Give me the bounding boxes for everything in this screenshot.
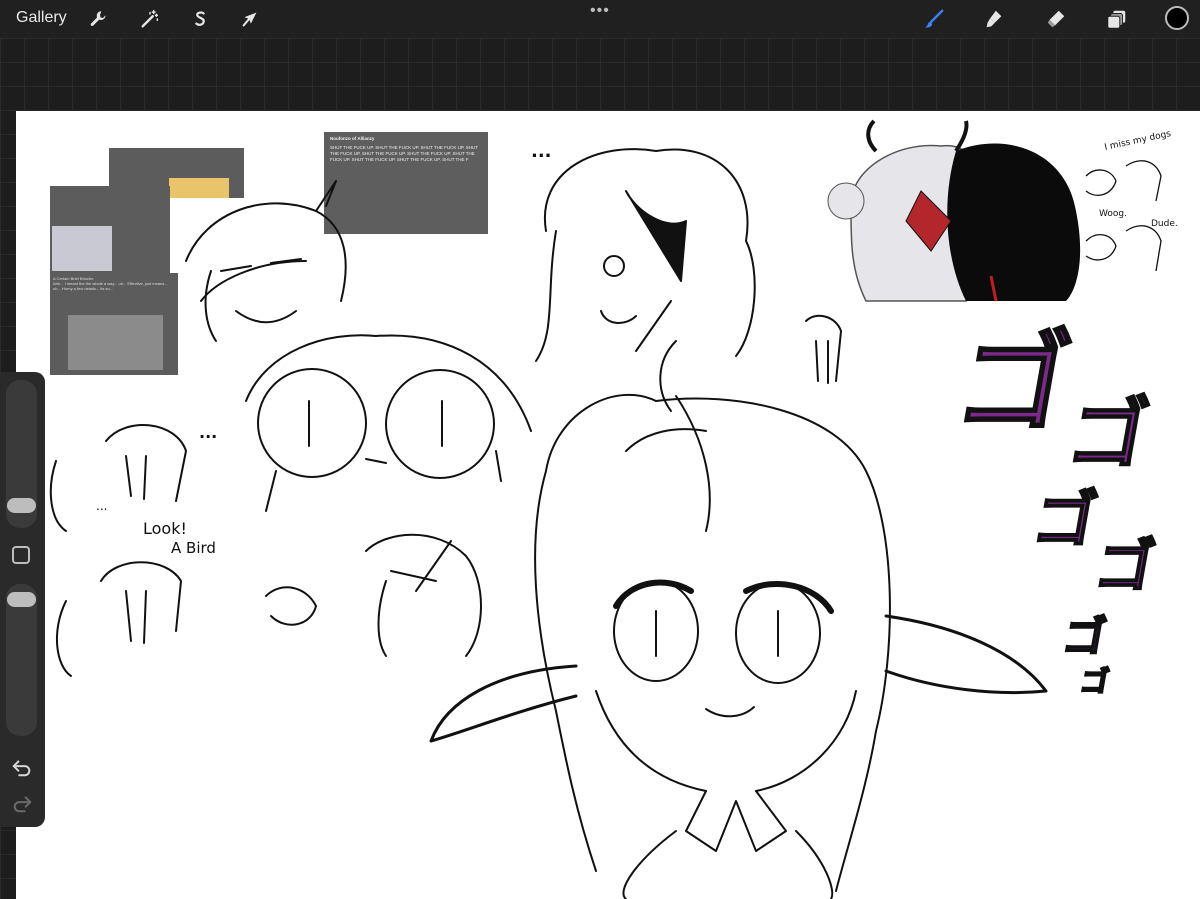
eraser-icon[interactable] <box>1044 7 1068 31</box>
svg-text:ゴ: ゴ <box>1078 665 1112 698</box>
square-modify-icon[interactable] <box>12 546 30 564</box>
svg-text:ゴ: ゴ <box>1059 612 1110 661</box>
smudge-icon[interactable] <box>982 7 1006 31</box>
ellipsis-text: ... <box>531 141 552 162</box>
brush-size-slider[interactable] <box>6 380 37 528</box>
svg-text:ゴ: ゴ <box>947 320 1080 448</box>
left-sidebar <box>0 372 45 827</box>
redo-icon[interactable] <box>11 792 33 814</box>
look-text: Look! <box>143 519 187 538</box>
top-toolbar: Gallery ••• <box>0 0 1200 38</box>
opacity-slider[interactable] <box>6 584 37 736</box>
drawing-canvas[interactable]: A Certain Brief Brioche Ahh... I meant t… <box>16 111 1200 899</box>
wrench-icon[interactable] <box>87 7 111 31</box>
color-picker-button[interactable] <box>1165 6 1189 30</box>
svg-text:ゴ: ゴ <box>1028 483 1103 555</box>
arrow-cursor-icon[interactable] <box>238 7 262 31</box>
brush-icon[interactable] <box>922 7 946 31</box>
opacity-knob[interactable] <box>7 592 36 607</box>
sketch-layer: ゴ ゴ ゴ ゴ ゴ ゴ <box>49 119 1162 899</box>
svg-text:ゴ: ゴ <box>1090 532 1160 599</box>
svg-text:ゴ: ゴ <box>1061 389 1155 480</box>
brush-size-knob[interactable] <box>7 498 36 513</box>
undo-icon[interactable] <box>11 756 33 778</box>
dude-text: Dude. <box>1151 219 1178 229</box>
magic-wand-icon[interactable] <box>138 7 162 31</box>
more-options-button[interactable]: ••• <box>590 2 610 20</box>
ellipsis-text: ... <box>96 499 108 513</box>
gallery-button[interactable]: Gallery <box>16 9 67 27</box>
selection-s-icon[interactable] <box>188 7 212 31</box>
bird-text: A Bird <box>171 539 216 557</box>
woog-text: Woog. <box>1099 209 1127 219</box>
layers-icon[interactable] <box>1105 7 1129 31</box>
ellipsis-text: ... <box>199 423 218 442</box>
